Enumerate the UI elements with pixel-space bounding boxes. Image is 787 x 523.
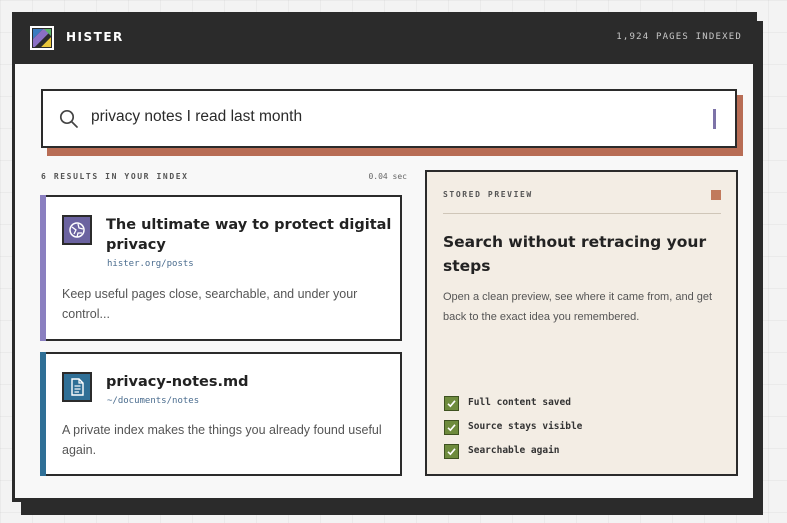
document-icon bbox=[62, 372, 92, 402]
search-icon bbox=[59, 109, 78, 128]
search-time: 0.04 sec bbox=[368, 172, 407, 181]
result-title[interactable]: privacy-notes.md bbox=[106, 372, 396, 392]
results-count: 6 RESULTS IN YOUR INDEX bbox=[41, 172, 189, 181]
text-caret bbox=[713, 109, 716, 129]
check-label: Searchable again bbox=[468, 445, 560, 456]
checkmark-icon bbox=[444, 420, 459, 435]
search-input[interactable]: privacy notes I read last month bbox=[41, 89, 737, 148]
result-url[interactable]: hister.org/posts bbox=[107, 259, 194, 269]
card-accent-bar bbox=[40, 195, 46, 341]
result-url[interactable]: ~/documents/notes bbox=[107, 396, 199, 406]
preview-marker bbox=[711, 190, 721, 200]
check-label: Full content saved bbox=[468, 397, 571, 408]
top-bar: HISTER 1,924 PAGES INDEXED bbox=[12, 12, 757, 64]
main-content: privacy notes I read last month 6 RESULT… bbox=[15, 64, 753, 498]
check-label: Source stays visible bbox=[468, 421, 583, 432]
globe-icon bbox=[62, 215, 92, 245]
checkmark-icon bbox=[444, 444, 459, 459]
result-card[interactable]: The ultimate way to protect digital priv… bbox=[40, 195, 402, 341]
checkmark-icon bbox=[444, 396, 459, 411]
result-title[interactable]: The ultimate way to protect digital priv… bbox=[106, 215, 396, 255]
result-description: Keep useful pages close, searchable, and… bbox=[62, 287, 358, 321]
stored-preview-panel: STORED PREVIEW Search without retracing … bbox=[425, 170, 738, 476]
search-query: privacy notes I read last month bbox=[91, 108, 303, 125]
preview-description: Open a clean preview, see where it came … bbox=[443, 291, 713, 323]
hister-logo-icon bbox=[30, 26, 54, 50]
divider bbox=[443, 213, 721, 214]
result-card[interactable]: privacy-notes.md ~/documents/notes A pri… bbox=[40, 352, 402, 476]
app-window: HISTER 1,924 PAGES INDEXED privacy notes… bbox=[12, 12, 757, 502]
preview-title: Search without retracing your steps bbox=[443, 233, 707, 275]
preview-label: STORED PREVIEW bbox=[443, 190, 533, 199]
pages-indexed-count: 1,924 PAGES INDEXED bbox=[616, 32, 742, 42]
card-accent-bar bbox=[40, 352, 46, 476]
result-description: A private index makes the things you alr… bbox=[62, 423, 382, 457]
brand-name: HISTER bbox=[66, 30, 124, 44]
